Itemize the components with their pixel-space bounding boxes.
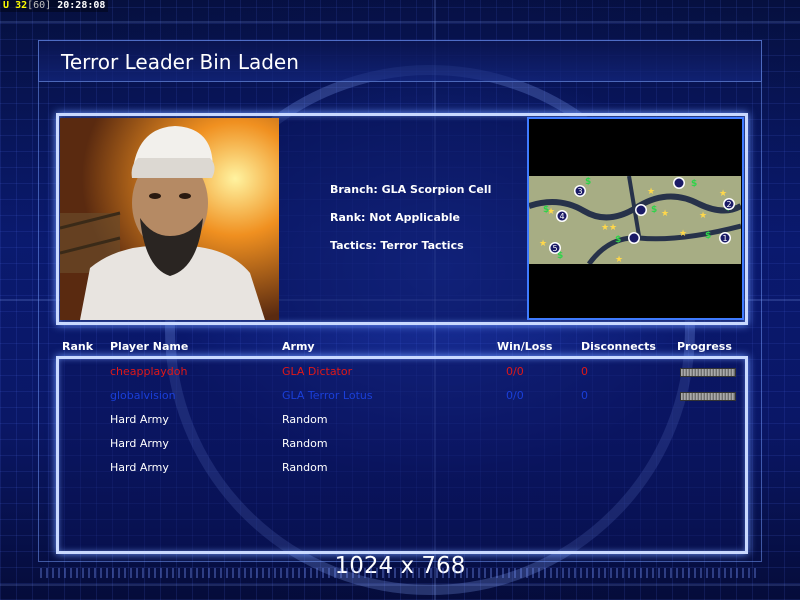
svg-text:★: ★ [615,255,623,264]
player-win-loss: 0/0 [506,365,524,378]
start-position-4: 4 [559,212,564,221]
header-player-name: Player Name [110,340,189,353]
header-disconnects: Disconnects [581,340,656,353]
player-progress-bar [680,392,736,401]
player-name: globalvision [110,389,176,402]
minimap: ★★★★ ★★★★ ★★ $$$$ $$$$ 1 2 3 4 5 [529,176,741,264]
player-army: GLA Terror Lotus [282,389,373,402]
player-army: Random [282,413,328,426]
clock: 20:28:08 [57,0,106,11]
header-win-loss: Win/Loss [497,340,553,353]
page-title: Terror Leader Bin Laden [61,50,299,74]
player-name: cheapplaydoh [110,365,188,378]
player-army: Random [282,437,328,450]
svg-text:$: $ [651,205,657,215]
unit-label: U [3,0,10,11]
header-progress: Progress [677,340,732,353]
player-row[interactable]: Hard Army Random [0,460,800,476]
player-disconnects: 0 [581,365,588,378]
fps-readout: [60] [27,0,52,11]
start-position-1: 1 [722,234,727,243]
map-marker-empty [629,233,639,243]
portrait-image [60,118,279,320]
player-row[interactable]: Hard Army Random [0,412,800,428]
title-panel: Terror Leader Bin Laden [38,40,762,82]
player-win-loss: 0/0 [506,389,524,402]
player-row[interactable]: Hard Army Random [0,436,800,452]
player-army: Random [282,461,328,474]
branch-text: Branch: GLA Scorpion Cell [330,183,492,196]
player-name: Hard Army [110,437,169,450]
svg-text:★: ★ [539,239,547,249]
svg-text:★: ★ [699,211,707,221]
rank-text: Rank: Not Applicable [330,211,460,224]
player-disconnects: 0 [581,389,588,402]
header-rank: Rank [62,340,94,353]
bottom-decoration [40,568,760,578]
svg-text:★: ★ [719,189,727,199]
svg-text:★: ★ [609,223,617,233]
general-portrait [60,118,279,320]
player-table-header: Rank Player Name Army Win/Loss Disconnec… [0,340,800,354]
general-stats: Branch: GLA Scorpion Cell Rank: Not Appl… [330,183,491,267]
player-row[interactable]: globalvision GLA Terror Lotus 0/0 0 [0,388,800,404]
svg-text:★: ★ [661,209,669,219]
start-position-5: 5 [552,244,557,253]
start-position-3: 3 [577,187,582,196]
tactics-text: Tactics: Terror Tactics [330,239,464,252]
svg-text:★: ★ [679,229,687,239]
svg-text:$: $ [691,179,697,189]
svg-text:$: $ [615,235,621,245]
svg-text:$: $ [705,231,711,241]
map-marker-empty [674,178,684,188]
player-name: Hard Army [110,461,169,474]
start-position-2: 2 [726,200,731,209]
player-progress-bar [680,368,736,377]
player-list-panel [56,356,748,554]
unit-count: 32 [15,0,28,11]
svg-text:$: $ [543,205,549,215]
svg-text:$: $ [585,177,591,187]
player-army: GLA Dictator [282,365,353,378]
header-army: Army [282,340,315,353]
svg-text:★: ★ [601,223,609,233]
player-row[interactable]: cheapplaydoh GLA Dictator 0/0 0 [0,364,800,380]
player-name: Hard Army [110,413,169,426]
svg-text:★: ★ [647,187,655,197]
status-bar: U 32[60] 20:28:08 [0,0,109,12]
map-marker-empty [636,205,646,215]
